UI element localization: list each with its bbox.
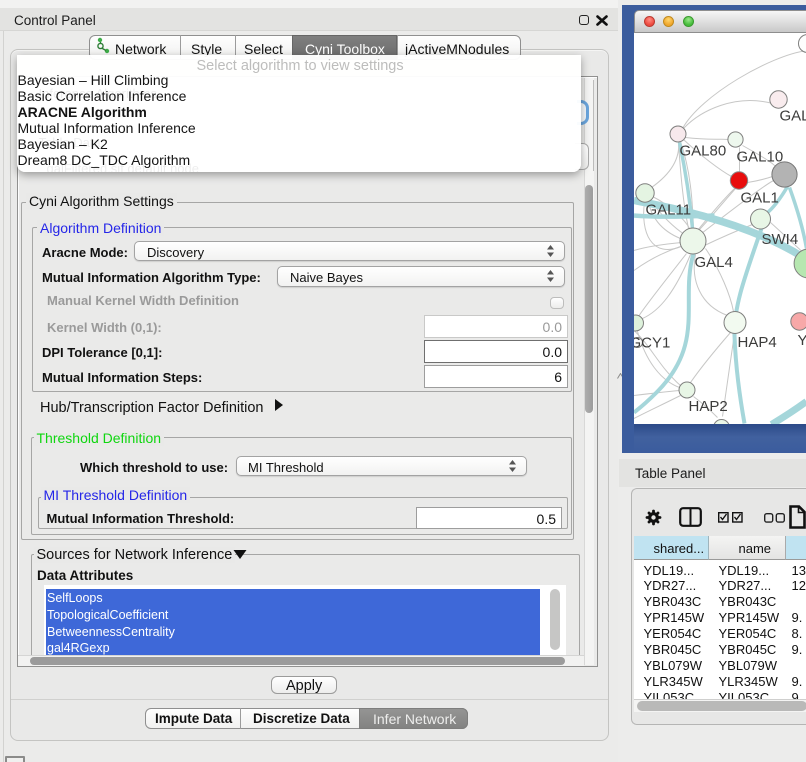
svg-text:YJ: YJ: [797, 332, 806, 349]
svg-text:SWI4: SWI4: [761, 231, 798, 248]
svg-text:GAL4: GAL4: [694, 254, 732, 271]
svg-text:HAP4: HAP4: [737, 334, 776, 351]
svg-text:GAL7: GAL7: [779, 107, 806, 124]
svg-text:GAL10: GAL10: [736, 148, 783, 165]
svg-text:GAL1: GAL1: [740, 189, 778, 206]
svg-text:GAL80: GAL80: [679, 142, 726, 159]
svg-text:GCY1: GCY1: [634, 334, 670, 351]
svg-text:HAP2: HAP2: [688, 398, 727, 415]
svg-text:GAL11: GAL11: [645, 201, 691, 218]
